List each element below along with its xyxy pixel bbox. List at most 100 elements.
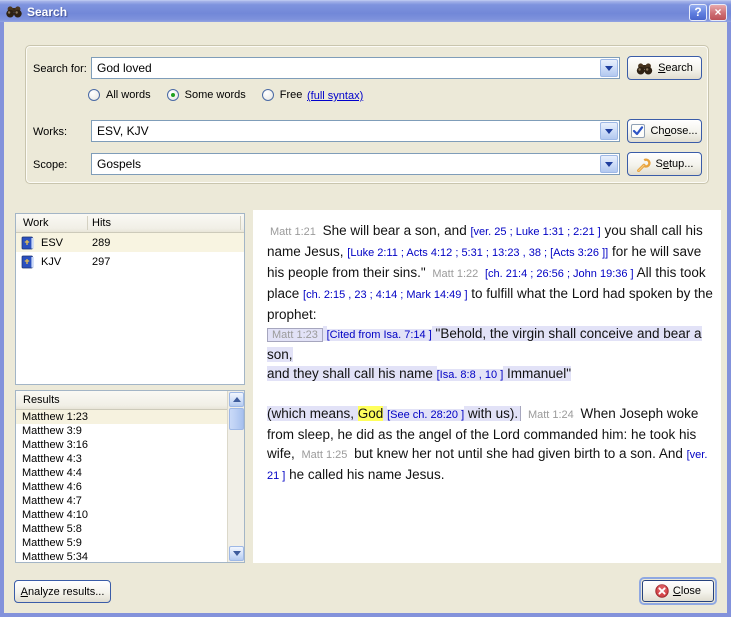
cross-reference-link[interactable]: [Luke 2:11 ; Acts 4:12 ; 5:31 ; 13:23 , … bbox=[347, 247, 608, 259]
close-window-button[interactable]: × bbox=[709, 4, 727, 21]
scroll-down-icon[interactable] bbox=[229, 546, 244, 561]
verse-paragraph: Matt 1:23 [Cited from Isa. 7:14 ] "Behol… bbox=[267, 324, 713, 385]
search-hit-text: God bbox=[358, 406, 384, 421]
hits-table: Work Hits ESV 289 KJV297 bbox=[15, 213, 245, 385]
verse-ref-label: Matt 1:23 bbox=[267, 328, 323, 342]
analyze-results-label: Analyze results... bbox=[21, 586, 105, 598]
analyze-results-button[interactable]: Analyze results... bbox=[14, 580, 111, 603]
result-item[interactable]: Matthew 3:9 bbox=[16, 424, 227, 438]
radio-label[interactable]: All words bbox=[106, 89, 151, 101]
radio-icon[interactable] bbox=[88, 89, 100, 101]
column-header-hits[interactable]: Hits bbox=[92, 217, 111, 229]
verse-paragraph: (which means, God [See ch. 28:20 ] with … bbox=[267, 404, 713, 486]
scroll-up-icon[interactable] bbox=[229, 392, 244, 407]
scope-label: Scope: bbox=[33, 159, 67, 171]
hits-table-header: Work Hits bbox=[16, 214, 244, 233]
help-button[interactable]: ? bbox=[689, 4, 707, 21]
column-header-work[interactable]: Work bbox=[16, 217, 80, 229]
full-syntax-link[interactable]: (full syntax) bbox=[307, 90, 363, 102]
cross-reference-link[interactable]: [See ch. 28:20 ] bbox=[387, 409, 464, 421]
result-item[interactable]: Matthew 4:3 bbox=[16, 452, 227, 466]
choose-button[interactable]: Choose... bbox=[627, 119, 702, 143]
works-label: Works: bbox=[33, 126, 67, 138]
scope-value: Gospels bbox=[92, 157, 599, 171]
cross-reference-link[interactable]: [Cited from Isa. 7:14 ] bbox=[327, 329, 432, 341]
column-header-results[interactable]: Results bbox=[16, 394, 227, 406]
search-for-label: Search for: bbox=[33, 63, 87, 75]
verse-text: and they shall call his name bbox=[267, 366, 437, 381]
search-for-value: God loved bbox=[92, 61, 599, 75]
radio-icon[interactable] bbox=[262, 89, 274, 101]
window-title: Search bbox=[27, 5, 67, 19]
result-item[interactable]: Matthew 4:7 bbox=[16, 494, 227, 508]
verse-text: he called his name Jesus. bbox=[285, 467, 444, 482]
cross-reference-link[interactable]: [Isa. 8:8 , 10 ] bbox=[437, 369, 504, 381]
result-item[interactable]: Matthew 4:6 bbox=[16, 480, 227, 494]
book-icon bbox=[21, 236, 35, 250]
hit-count: 289 bbox=[92, 237, 110, 249]
verse-text: She will bear a son, and bbox=[319, 223, 471, 238]
verse-ref-label: Matt 1:24 bbox=[525, 409, 577, 421]
cross-reference-link[interactable]: [ch. 2:15 , 23 ; 4:14 ; Mark 14:49 ] bbox=[303, 289, 467, 301]
close-button[interactable]: Close bbox=[642, 580, 714, 602]
hits-row[interactable]: KJV297 bbox=[16, 252, 244, 271]
results-list-panel: Results Matthew 1:23Matthew 3:9Matthew 3… bbox=[15, 390, 245, 563]
result-item[interactable]: Matthew 5:34 bbox=[16, 550, 227, 562]
result-item[interactable]: Matthew 1:23 bbox=[16, 410, 227, 424]
column-divider[interactable] bbox=[240, 216, 241, 230]
verse-text: Immanuel" bbox=[503, 366, 571, 381]
works-value: ESV, KJV bbox=[92, 124, 599, 138]
close-button-focus-ring: Close bbox=[639, 577, 717, 605]
search-button-label: Search bbox=[658, 62, 693, 74]
book-icon bbox=[21, 255, 35, 269]
chevron-down-icon[interactable] bbox=[600, 155, 618, 173]
cross-reference-link[interactable]: [ver. 25 ; Luke 1:31 ; 2:21 ] bbox=[470, 226, 600, 238]
radio-all-words[interactable]: All words bbox=[88, 89, 167, 101]
checkmark-icon bbox=[631, 124, 645, 138]
results-scrollbar[interactable] bbox=[227, 391, 244, 562]
setup-button[interactable]: Setup... bbox=[627, 152, 702, 176]
window-frame-left bbox=[0, 22, 4, 613]
search-dialog: Search ? × Search for: God loved Search … bbox=[0, 0, 731, 617]
result-item[interactable]: Matthew 4:10 bbox=[16, 508, 227, 522]
result-item[interactable]: Matthew 5:9 bbox=[16, 536, 227, 550]
title-bar[interactable]: Search ? × bbox=[0, 0, 731, 22]
scrollbar-thumb[interactable] bbox=[229, 408, 244, 430]
verse-ref-label: Matt 1:22 bbox=[429, 268, 481, 280]
radio-some-words[interactable]: Some words bbox=[167, 89, 262, 101]
work-name: ESV bbox=[41, 237, 63, 249]
result-item[interactable]: Matthew 3:16 bbox=[16, 438, 227, 452]
close-button-label: Close bbox=[673, 585, 701, 597]
verse-paragraph: Matt 1:21 She will bear a son, and [ver.… bbox=[267, 221, 713, 324]
hits-row[interactable]: ESV 289 bbox=[16, 233, 244, 252]
search-mode-radios: All words Some words Free bbox=[88, 88, 318, 102]
radio-icon[interactable] bbox=[167, 89, 179, 101]
binoculars-icon bbox=[636, 62, 653, 75]
wrench-icon bbox=[636, 157, 651, 172]
cross-reference-link[interactable]: [ch. 21:4 ; 26:56 ; John 19:36 ] bbox=[485, 268, 634, 280]
chevron-down-icon[interactable] bbox=[600, 122, 618, 140]
verse-text: (which means, bbox=[267, 406, 358, 421]
result-item[interactable]: Matthew 5:8 bbox=[16, 522, 227, 536]
search-button[interactable]: Search bbox=[627, 56, 702, 80]
verse-text: with us). bbox=[464, 406, 521, 421]
verse-preview-pane[interactable]: Matt 1:21 She will bear a son, and [ver.… bbox=[253, 210, 721, 563]
verse-text: but knew her not until she had given bir… bbox=[350, 446, 686, 461]
column-divider[interactable] bbox=[87, 216, 88, 230]
binoculars-icon bbox=[6, 5, 22, 18]
radio-label[interactable]: Free bbox=[280, 89, 303, 101]
works-combobox[interactable]: ESV, KJV bbox=[91, 120, 620, 142]
search-for-combobox[interactable]: God loved bbox=[91, 57, 620, 79]
verse-ref-label: Matt 1:25 bbox=[299, 449, 351, 461]
result-item[interactable]: Matthew 4:4 bbox=[16, 466, 227, 480]
red-x-icon bbox=[655, 584, 669, 598]
hit-count: 297 bbox=[92, 256, 110, 268]
setup-button-label: Setup... bbox=[656, 158, 694, 170]
chevron-down-icon[interactable] bbox=[600, 59, 618, 77]
window-frame-bottom bbox=[0, 613, 731, 617]
scope-combobox[interactable]: Gospels bbox=[91, 153, 620, 175]
window-frame-right bbox=[727, 22, 731, 613]
radio-label[interactable]: Some words bbox=[185, 89, 246, 101]
verse-ref-label: Matt 1:21 bbox=[267, 226, 319, 238]
choose-button-label: Choose... bbox=[650, 125, 697, 137]
